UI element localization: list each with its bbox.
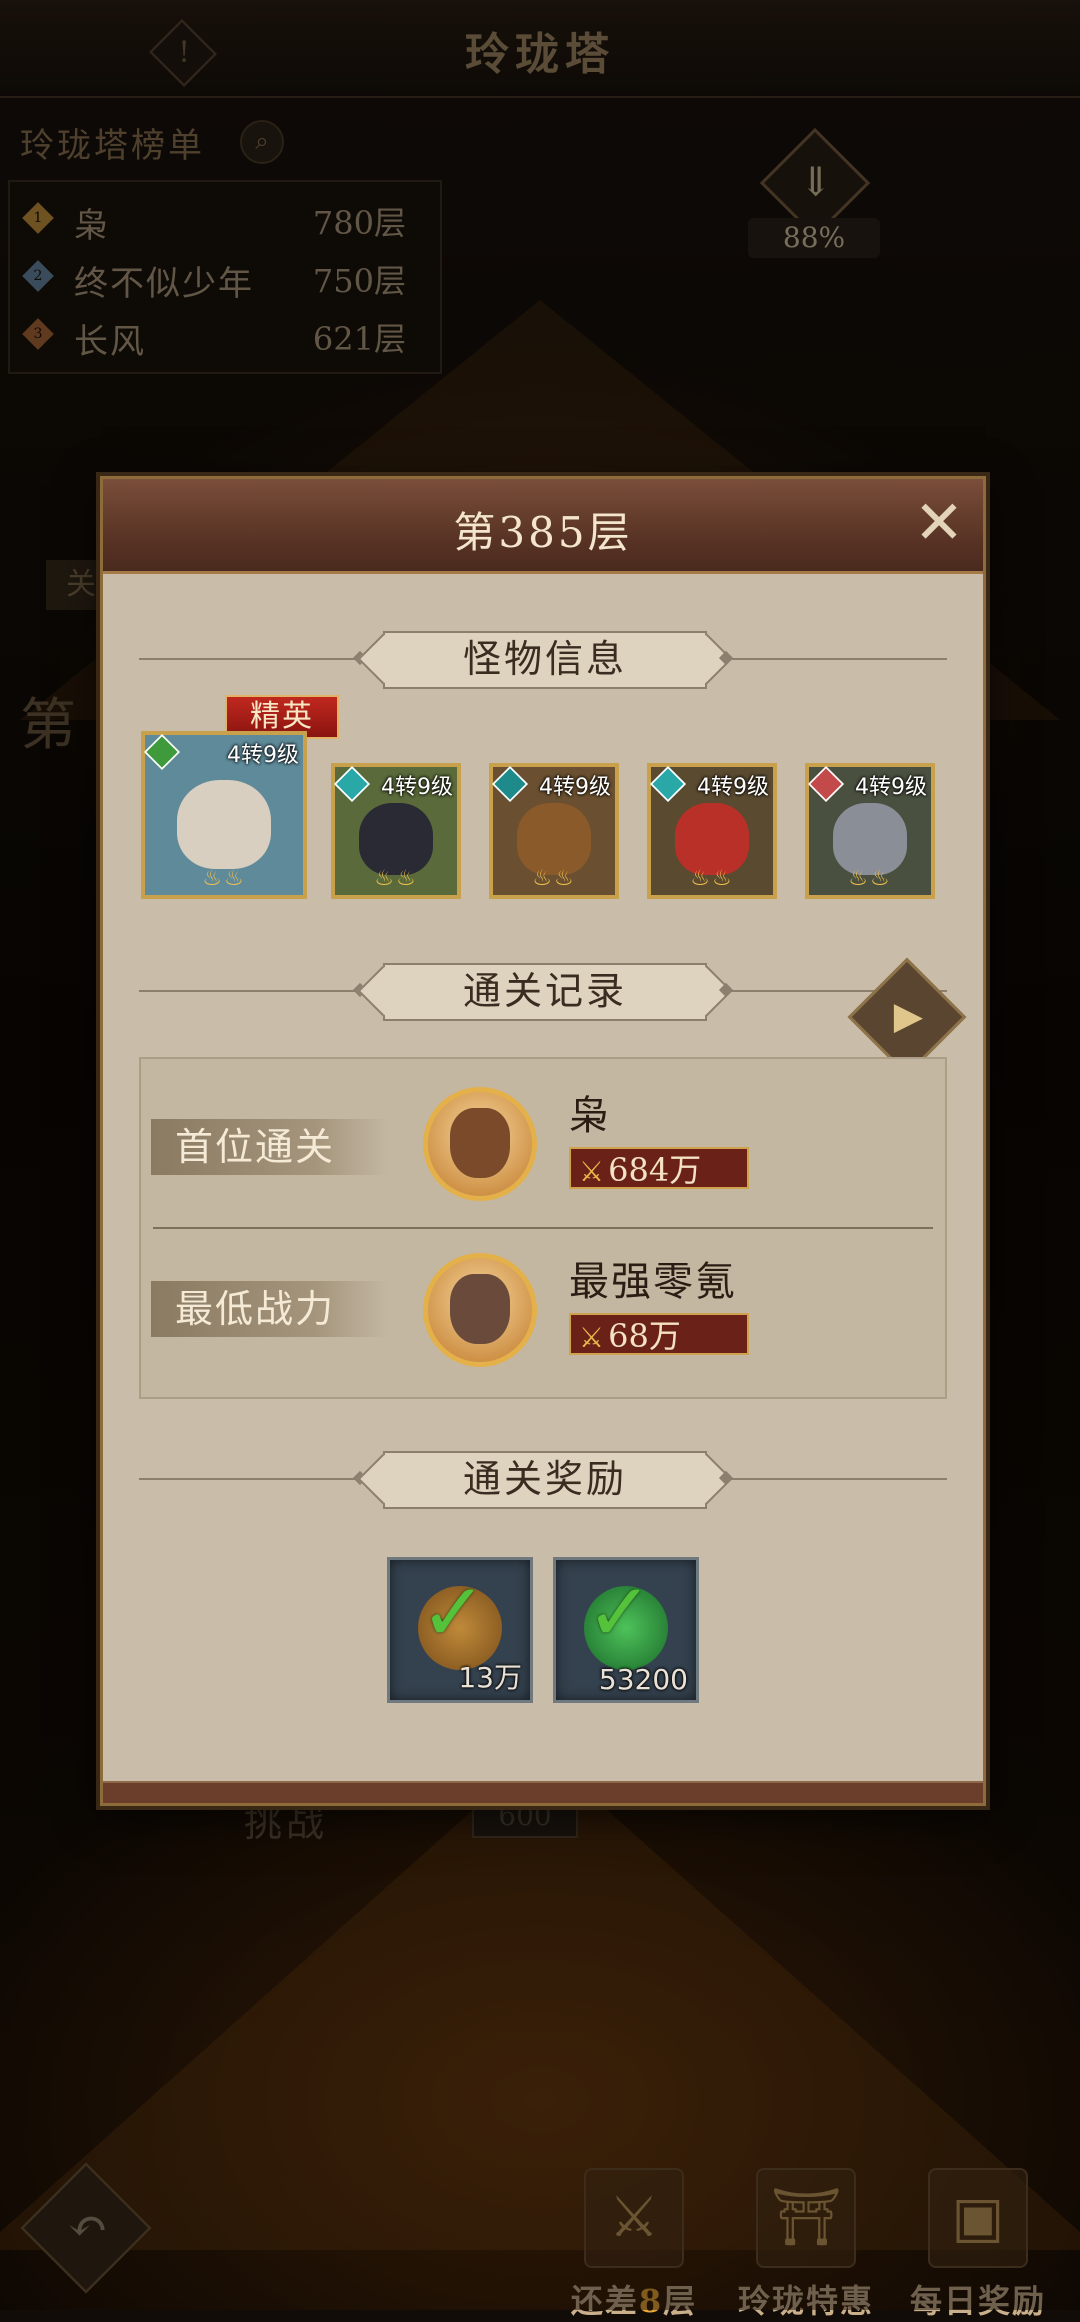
monster-level: 4转9级 [697,775,769,800]
monster-level: 4转9级 [855,775,927,800]
video-camera-icon: ▶ [893,993,924,1038]
star-rating-icon: ♨♨ [202,866,246,891]
record-section-header: 通关记录 [103,963,983,1021]
star-rating-icon: ♨♨ [374,866,418,891]
clear-records: 首位通关 枭 ⚔ 684万 最低战力 最强零氪 ⚔ 68万 [139,1057,947,1399]
reward-item[interactable]: ✓ 13万 [387,1557,533,1703]
check-icon: ✓ [586,1566,654,1659]
crossed-swords-icon: ⚔ [579,1321,605,1354]
reward-section-header: 通关奖励 [103,1451,983,1509]
monster-card[interactable]: 4转9级 ♨♨ [331,763,461,899]
avatar[interactable] [423,1253,537,1367]
close-icon[interactable]: ✕ [909,493,969,555]
monster-card[interactable]: 4转9级 ♨♨ [489,763,619,899]
crossed-swords-icon: ⚔ [579,1155,605,1188]
power-value: ⚔ 68万 [569,1313,749,1355]
monster-card[interactable]: 4转9级 ♨♨ [647,763,777,899]
monster-card[interactable]: 4转9级 ♨♨ [141,731,307,899]
monster-level: 4转9级 [539,775,611,800]
dialog-title: 第385层 [453,508,633,557]
dialog-header: 第385层 ✕ [103,479,983,574]
lowest-power-label: 最低战力 [151,1281,387,1337]
check-icon: ✓ [420,1566,488,1659]
reward-quantity: 13万 [458,1661,522,1694]
star-rating-icon: ♨♨ [690,866,734,891]
record-player-name: 枭 [569,1093,611,1139]
star-rating-icon: ♨♨ [848,866,892,891]
monster-level: 4转9级 [381,775,453,800]
power-value: ⚔ 684万 [569,1147,749,1189]
section-title: 通关奖励 [383,1451,707,1509]
reward-item[interactable]: ✓ 53200 [553,1557,699,1703]
monster-section-header: 怪物信息 [103,631,983,689]
monster-level: 4转9级 [227,743,299,768]
first-clear-label: 首位通关 [151,1119,387,1175]
section-title: 通关记录 [383,963,707,1021]
star-rating-icon: ♨♨ [532,866,576,891]
reward-quantity: 53200 [598,1663,688,1696]
avatar[interactable] [423,1087,537,1201]
floor-info-dialog: 第385层 ✕ 怪物信息 精英 4转9级 ♨♨ 4转9级 ♨♨ 4转9级 ♨♨ … [100,476,986,1806]
divider [153,1227,933,1229]
monster-card[interactable]: 4转9级 ♨♨ [805,763,935,899]
dialog-footer [103,1781,983,1803]
section-title: 怪物信息 [383,631,707,689]
record-player-name: 最强零氪 [569,1259,737,1305]
